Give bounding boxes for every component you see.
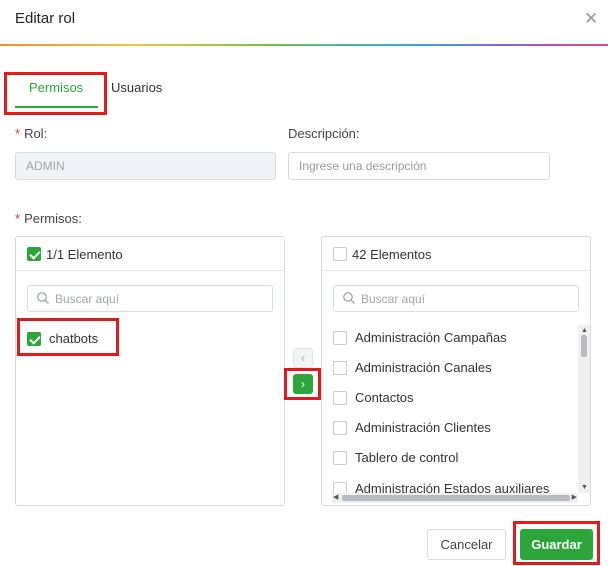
rol-input: ADMIN bbox=[15, 152, 276, 180]
scroll-down-icon[interactable]: ▼ bbox=[581, 484, 588, 491]
left-count: 1/1 Elemento bbox=[46, 247, 123, 262]
scroll-right-icon[interactable]: ▶ bbox=[572, 493, 577, 503]
transfer-left-panel: 1/1 Elemento Buscar aquí chatbots bbox=[15, 236, 285, 506]
close-icon[interactable]: ✕ bbox=[584, 9, 598, 29]
left-panel-header: 1/1 Elemento bbox=[16, 237, 284, 271]
permisos-label: * Permisos: bbox=[15, 211, 82, 226]
item-checkbox[interactable] bbox=[333, 361, 347, 375]
left-search-placeholder: Buscar aquí bbox=[55, 292, 120, 306]
scroll-up-icon[interactable]: ▲ bbox=[581, 327, 588, 334]
item-label: Administración Canales bbox=[355, 360, 492, 375]
list-item[interactable]: Tablero de control bbox=[333, 449, 573, 469]
right-search-placeholder: Buscar aquí bbox=[361, 292, 426, 306]
right-panel-header: 42 Elementos bbox=[322, 237, 590, 271]
required-mark: * bbox=[15, 211, 21, 226]
item-checkbox[interactable] bbox=[333, 421, 347, 435]
tab-permisos[interactable]: Permisos bbox=[29, 80, 83, 95]
right-item-list: Administración Campañas Administración C… bbox=[322, 325, 578, 495]
move-right-button[interactable]: › bbox=[293, 374, 313, 394]
item-checkbox[interactable] bbox=[27, 332, 41, 346]
list-item[interactable]: Administración Campañas bbox=[333, 329, 573, 349]
scrollbar-thumb[interactable] bbox=[342, 495, 570, 501]
header-divider bbox=[0, 44, 608, 46]
list-item[interactable]: Administración Canales bbox=[333, 359, 573, 379]
left-select-all-checkbox[interactable] bbox=[27, 247, 41, 261]
descripcion-label: Descripción: bbox=[288, 126, 360, 141]
descripcion-input[interactable]: Ingrese una descripción bbox=[288, 152, 550, 180]
item-label: chatbots bbox=[49, 331, 99, 346]
tab-usuarios[interactable]: Usuarios bbox=[111, 80, 162, 95]
item-label: Tablero de control bbox=[355, 450, 459, 465]
rol-label: * Rol: bbox=[15, 126, 48, 141]
vertical-scrollbar[interactable]: ▲ ▼ bbox=[578, 325, 590, 493]
list-item[interactable]: Contactos bbox=[333, 389, 573, 409]
list-item[interactable]: chatbots bbox=[27, 330, 107, 350]
item-checkbox[interactable] bbox=[333, 331, 347, 345]
item-checkbox[interactable] bbox=[333, 451, 347, 465]
search-icon bbox=[343, 292, 355, 304]
item-label: Administración Campañas bbox=[355, 330, 507, 345]
list-item[interactable]: Administración Clientes bbox=[333, 419, 573, 439]
right-search-input[interactable]: Buscar aquí bbox=[333, 285, 579, 312]
item-label: Administración Clientes bbox=[355, 420, 491, 435]
left-search-input[interactable]: Buscar aquí bbox=[27, 285, 273, 312]
cancel-button[interactable]: Cancelar bbox=[427, 529, 506, 560]
required-mark: * bbox=[15, 126, 21, 141]
horizontal-scrollbar[interactable]: ◀ ▶ bbox=[332, 493, 578, 503]
transfer-right-panel: 42 Elementos Buscar aquí Administración … bbox=[321, 236, 591, 506]
dialog-title: Editar rol bbox=[15, 10, 76, 27]
item-checkbox[interactable] bbox=[333, 391, 347, 405]
active-tab-indicator bbox=[15, 106, 98, 108]
edit-role-dialog: Editar rol ✕ Permisos Usuarios * Rol: ADM… bbox=[0, 0, 608, 566]
scrollbar-thumb[interactable] bbox=[581, 335, 587, 357]
right-count: 42 Elementos bbox=[352, 247, 432, 262]
dialog-header: Editar rol ✕ bbox=[0, 0, 608, 46]
move-left-button[interactable]: ‹ bbox=[293, 348, 313, 368]
item-label: Contactos bbox=[355, 390, 414, 405]
right-select-all-checkbox[interactable] bbox=[333, 247, 347, 261]
search-icon bbox=[37, 292, 49, 304]
scroll-left-icon[interactable]: ◀ bbox=[333, 493, 338, 503]
save-button[interactable]: Guardar bbox=[520, 529, 593, 560]
